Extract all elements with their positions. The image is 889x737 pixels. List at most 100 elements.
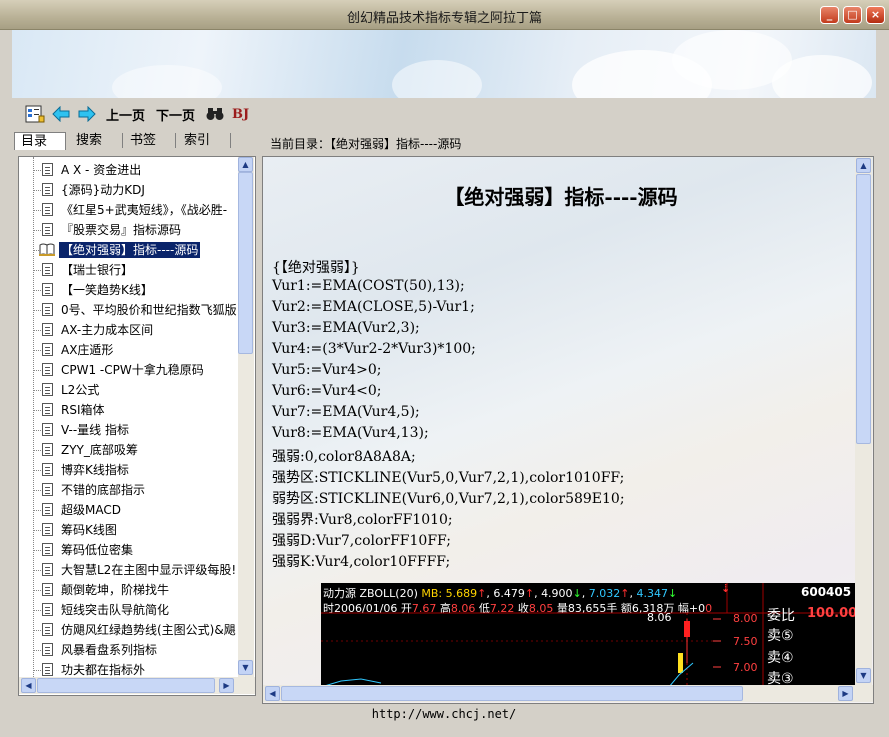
- scroll-left-button[interactable]: ◀: [265, 686, 280, 701]
- tree-item[interactable]: AX庄遁形: [19, 340, 237, 360]
- forward-button[interactable]: [78, 104, 96, 124]
- code-line: 强弱D:Vur7,colorFF10FF;: [272, 533, 451, 549]
- tree-item[interactable]: 不错的底部指示: [19, 480, 237, 500]
- document-icon: [42, 523, 53, 536]
- bj-button[interactable]: BJ: [232, 104, 249, 124]
- tree-item[interactable]: 【一笑趋势K线】: [19, 280, 237, 300]
- open-book-icon: [39, 243, 55, 256]
- code-line: 强弱K:Vur4,color10FFFF;: [272, 554, 451, 570]
- document-icon: [42, 423, 53, 436]
- tab-search[interactable]: 搜索: [70, 132, 122, 150]
- code-line: {【绝对强弱】}: [272, 260, 360, 276]
- document-icon: [42, 663, 53, 676]
- tree-horizontal-scrollbar[interactable]: ◀ ▶: [19, 677, 255, 694]
- tree-vertical-scrollbar[interactable]: ▲ ▼: [238, 157, 254, 677]
- sell4-label: 卖④: [767, 650, 794, 666]
- tree-item-label: AX庄遁形: [61, 343, 114, 357]
- tree-item[interactable]: 筹码低位密集: [19, 540, 237, 560]
- document-icon: [42, 603, 53, 616]
- document-icon: [42, 463, 53, 476]
- tree-item[interactable]: 颠倒乾坤，阶梯找牛: [19, 580, 237, 600]
- tree-item[interactable]: 0号、平均股价和世纪指数飞狐版: [19, 300, 237, 320]
- tree-item-label: 不错的底部指示: [61, 483, 146, 497]
- scroll-left-button[interactable]: ◀: [21, 678, 36, 693]
- price-axis-label: 7.50: [733, 635, 758, 648]
- tree-item[interactable]: 博弈K线指标: [19, 460, 237, 480]
- scroll-up-button[interactable]: ▲: [238, 157, 253, 172]
- tree-item[interactable]: 『股票交易』指标源码: [19, 220, 237, 240]
- tree-item[interactable]: 超级MACD: [19, 500, 237, 520]
- tree-item[interactable]: 【瑞士银行】: [19, 260, 237, 280]
- tree-connector: [33, 350, 41, 351]
- code-line: Vur7:=EMA(Vur4,5);: [272, 404, 420, 420]
- code-line: 强势区:STICKLINE(Vur5,0,Vur7,2,1),color1010…: [272, 470, 625, 486]
- minimize-button[interactable]: _: [820, 6, 839, 24]
- title-bar: 创幻精品技术指标专辑之阿拉丁篇 _ □ ×: [0, 0, 889, 30]
- scroll-up-button[interactable]: ▲: [856, 158, 871, 173]
- document-icon: [42, 403, 53, 416]
- tree-item[interactable]: 大智慧L2在主图中显示评级每股!: [19, 560, 237, 580]
- tree-connector: [33, 570, 41, 571]
- tree-item[interactable]: AX-主力成本区间: [19, 320, 237, 340]
- arrow-down-icon: ⇣: [721, 583, 731, 595]
- order-ratio-value: 100.00: [807, 606, 855, 621]
- tree-item[interactable]: ZYY_底部吸筹: [19, 440, 237, 460]
- document-title: 【绝对强弱】指标----源码: [444, 185, 678, 209]
- next-page-button[interactable]: 下一页: [156, 104, 195, 124]
- maximize-button[interactable]: □: [843, 6, 862, 24]
- code-line: Vur6:=Vur4<0;: [272, 383, 382, 399]
- tree-connector: [33, 330, 41, 331]
- document-icon: [42, 223, 53, 236]
- tree-item[interactable]: 风暴看盘系列指标: [19, 640, 237, 660]
- tree-hscroll-thumb[interactable]: [37, 678, 215, 693]
- find-button[interactable]: [206, 104, 224, 124]
- content-scroll-thumb[interactable]: [856, 174, 871, 444]
- tree-scroll-thumb[interactable]: [238, 172, 253, 354]
- tree-item[interactable]: V--量线 指标: [19, 420, 237, 440]
- document-icon: [42, 563, 53, 576]
- tab-separator: [175, 133, 176, 148]
- tree-item-label: 【一笑趋势K线】: [61, 283, 153, 297]
- tab-bookmarks[interactable]: 书签: [124, 132, 176, 150]
- content-horizontal-scrollbar[interactable]: ◀ ▶: [263, 685, 873, 702]
- current-path: 当前目录：【绝对强弱】指标----源码: [270, 137, 462, 151]
- price-axis-label: 8.00: [733, 612, 758, 625]
- document-icon: [42, 343, 53, 356]
- tree-item-label: 【绝对强弱】指标----源码: [59, 242, 201, 258]
- tree-item[interactable]: 筹码K线图: [19, 520, 237, 540]
- code-line: Vur5:=Vur4>0;: [272, 362, 382, 378]
- tab-index[interactable]: 索引: [178, 132, 230, 150]
- document-icon: [42, 323, 53, 336]
- tree-connector: [33, 370, 41, 371]
- tree-item[interactable]: 【绝对强弱】指标----源码: [19, 240, 237, 260]
- tree-item-label: AX-主力成本区间: [61, 323, 154, 337]
- content-vertical-scrollbar[interactable]: ▲ ▼: [855, 157, 872, 685]
- prev-page-button[interactable]: 上一页: [106, 104, 145, 124]
- document-icon: [42, 623, 53, 636]
- tree-item[interactable]: L2公式: [19, 380, 237, 400]
- current-path-bar: 当前目录：【绝对强弱】指标----源码: [260, 130, 876, 154]
- toc-toggle-button[interactable]: [24, 104, 46, 124]
- document-icon: [42, 203, 53, 216]
- back-button[interactable]: [52, 104, 70, 124]
- tree-item[interactable]: 仿飓风红绿趋势线(主图公式)&飓: [19, 620, 237, 640]
- tree-item[interactable]: RSI箱体: [19, 400, 237, 420]
- toolbar: 上一页 下一页 BJ: [12, 98, 876, 130]
- tree-connector: [33, 410, 41, 411]
- tree-item[interactable]: CPW1 -CPW十拿九稳原码: [19, 360, 237, 380]
- tree-item[interactable]: 短线突击队导航简化: [19, 600, 237, 620]
- content-hscroll-thumb[interactable]: [281, 686, 743, 701]
- document-icon: [42, 443, 53, 456]
- document-icon: [42, 303, 53, 316]
- scroll-right-button[interactable]: ▶: [219, 678, 234, 693]
- scroll-right-button[interactable]: ▶: [838, 686, 853, 701]
- tab-contents[interactable]: 目录: [14, 132, 66, 150]
- tree-item[interactable]: A X - 资金进出: [19, 160, 237, 180]
- tree-item[interactable]: 《红星5+武夷短线》，《战必胜-: [19, 200, 237, 220]
- tree-item[interactable]: {源码}动力KDJ: [19, 180, 237, 200]
- close-button[interactable]: ×: [866, 6, 885, 24]
- scroll-down-button[interactable]: ▼: [238, 660, 253, 675]
- scroll-down-button[interactable]: ▼: [856, 668, 871, 683]
- tree-connector: [33, 270, 41, 271]
- tree-item-label: 0号、平均股价和世纪指数飞狐版: [61, 303, 237, 317]
